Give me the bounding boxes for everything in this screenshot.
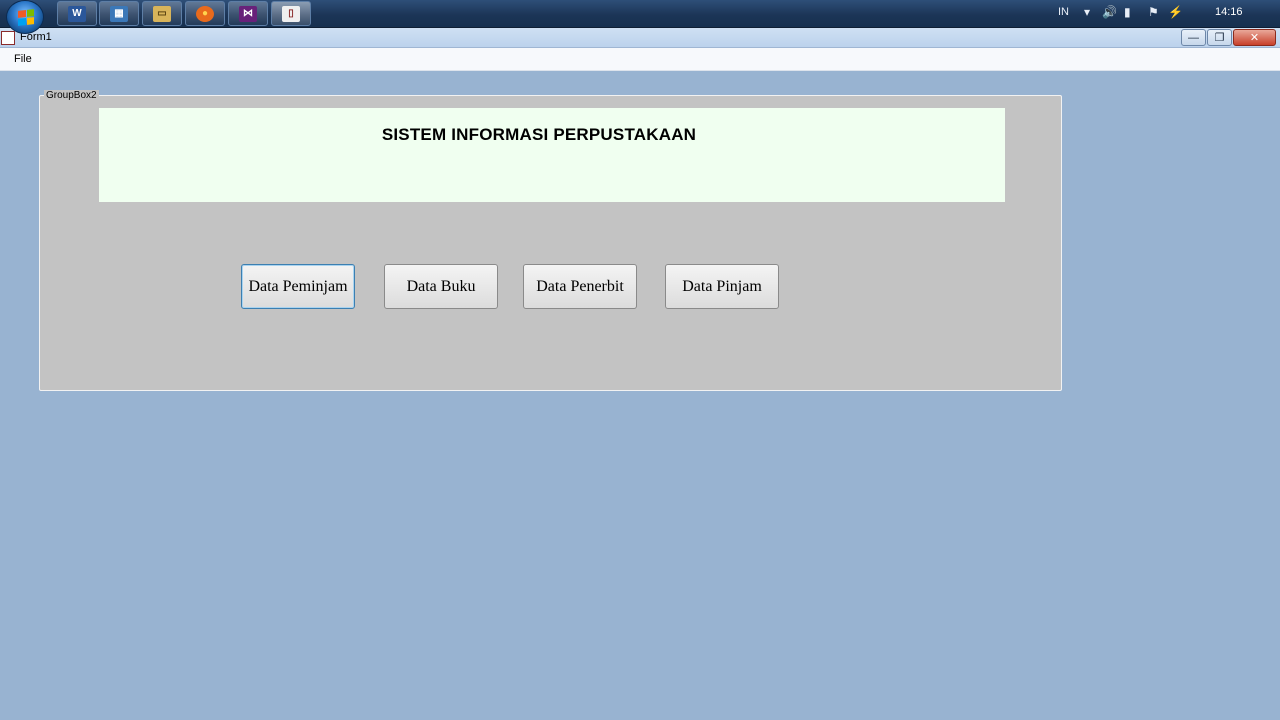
banner-title: SISTEM INFORMASI PERPUSTAKAAN — [381, 125, 697, 144]
volume-icon[interactable]: 🔊 — [1102, 5, 1117, 19]
taskbar-firefox-button[interactable]: ● — [185, 1, 225, 26]
visual-studio-icon: ⋈ — [239, 5, 257, 22]
language-indicator[interactable]: IN — [1058, 6, 1069, 18]
power-icon[interactable]: ⚡ — [1168, 5, 1183, 19]
taskbar-calculator-button[interactable]: ▦ — [99, 1, 139, 26]
taskbar-book-app-button[interactable]: ▯ — [271, 1, 311, 26]
close-button[interactable]: ✕ — [1233, 29, 1276, 46]
taskbar-word-button[interactable]: W — [57, 1, 97, 26]
restore-icon: ❐ — [1214, 32, 1225, 44]
data-buku-button[interactable]: Data Buku — [384, 264, 498, 309]
app-icon[interactable] — [1, 31, 15, 45]
book-icon: ▯ — [282, 5, 300, 22]
start-button[interactable] — [6, 0, 44, 34]
close-icon: ✕ — [1249, 32, 1260, 44]
clock[interactable]: 14:16 — [1215, 6, 1243, 18]
taskbar-visual-studio-button[interactable]: ⋈ — [228, 1, 268, 26]
menu-bar: File — [0, 48, 1280, 71]
restore-button[interactable]: ❐ — [1207, 29, 1232, 46]
action-center-flag-icon[interactable]: ⚑ — [1148, 5, 1159, 19]
data-pinjam-button[interactable]: Data Pinjam — [665, 264, 779, 309]
taskbar: W ▦ ▭ ● ⋈ ▯ IN ▾ 🔊 ▮ ⚑ ⚡ 14:16 — [0, 0, 1280, 34]
network-signal-icon[interactable]: ▮ — [1124, 5, 1131, 19]
word-icon: W — [68, 5, 86, 22]
menu-file[interactable]: File — [14, 53, 32, 65]
taskbar-explorer-button[interactable]: ▭ — [142, 1, 182, 26]
window-titlebar[interactable]: Form1 — ❐ ✕ — [0, 28, 1280, 48]
title-banner: SISTEM INFORMASI PERPUSTAKAAN — [99, 108, 1005, 202]
system-tray: IN ▾ 🔊 ▮ ⚑ ⚡ 14:16 — [1040, 0, 1280, 28]
windows-logo-icon — [18, 9, 34, 26]
folder-icon: ▭ — [153, 5, 171, 22]
firefox-icon: ● — [196, 5, 214, 22]
tray-expand-icon[interactable]: ▾ — [1084, 5, 1090, 19]
minimize-button[interactable]: — — [1181, 29, 1206, 46]
minimize-icon: — — [1188, 31, 1199, 44]
groupbox-legend: GroupBox2 — [44, 90, 99, 101]
data-penerbit-button[interactable]: Data Penerbit — [523, 264, 637, 309]
calculator-icon: ▦ — [110, 5, 128, 22]
data-peminjam-button[interactable]: Data Peminjam — [241, 264, 355, 309]
